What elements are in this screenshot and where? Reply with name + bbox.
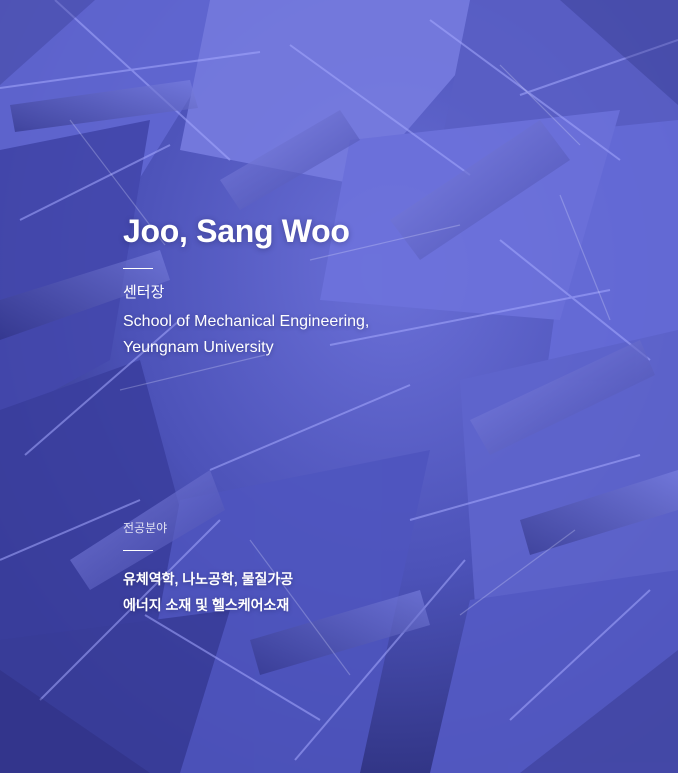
affiliation-text: School of Mechanical Engineering, Yeungn… — [123, 309, 369, 361]
profile-hero: Joo, Sang Woo 센터장 School of Mechanical E… — [0, 0, 678, 773]
specialty-item: 유체역학, 나노공학, 물질가공 — [123, 571, 294, 587]
title-divider — [123, 268, 153, 269]
specialty-divider — [123, 550, 153, 551]
specialty-item: 에너지 소재 및 헬스케어소재 — [123, 597, 290, 613]
profile-name: Joo, Sang Woo — [123, 213, 350, 249]
affiliation-line: Yeungnam University — [123, 339, 274, 356]
specialty-list: 유체역학, 나노공학, 물질가공 에너지 소재 및 헬스케어소재 — [123, 566, 293, 618]
specialty-label: 전공분야 — [123, 521, 168, 535]
affiliation-line: School of Mechanical Engineering, — [123, 313, 370, 330]
role-title: 센터장 — [123, 284, 165, 301]
background-image — [0, 0, 678, 773]
